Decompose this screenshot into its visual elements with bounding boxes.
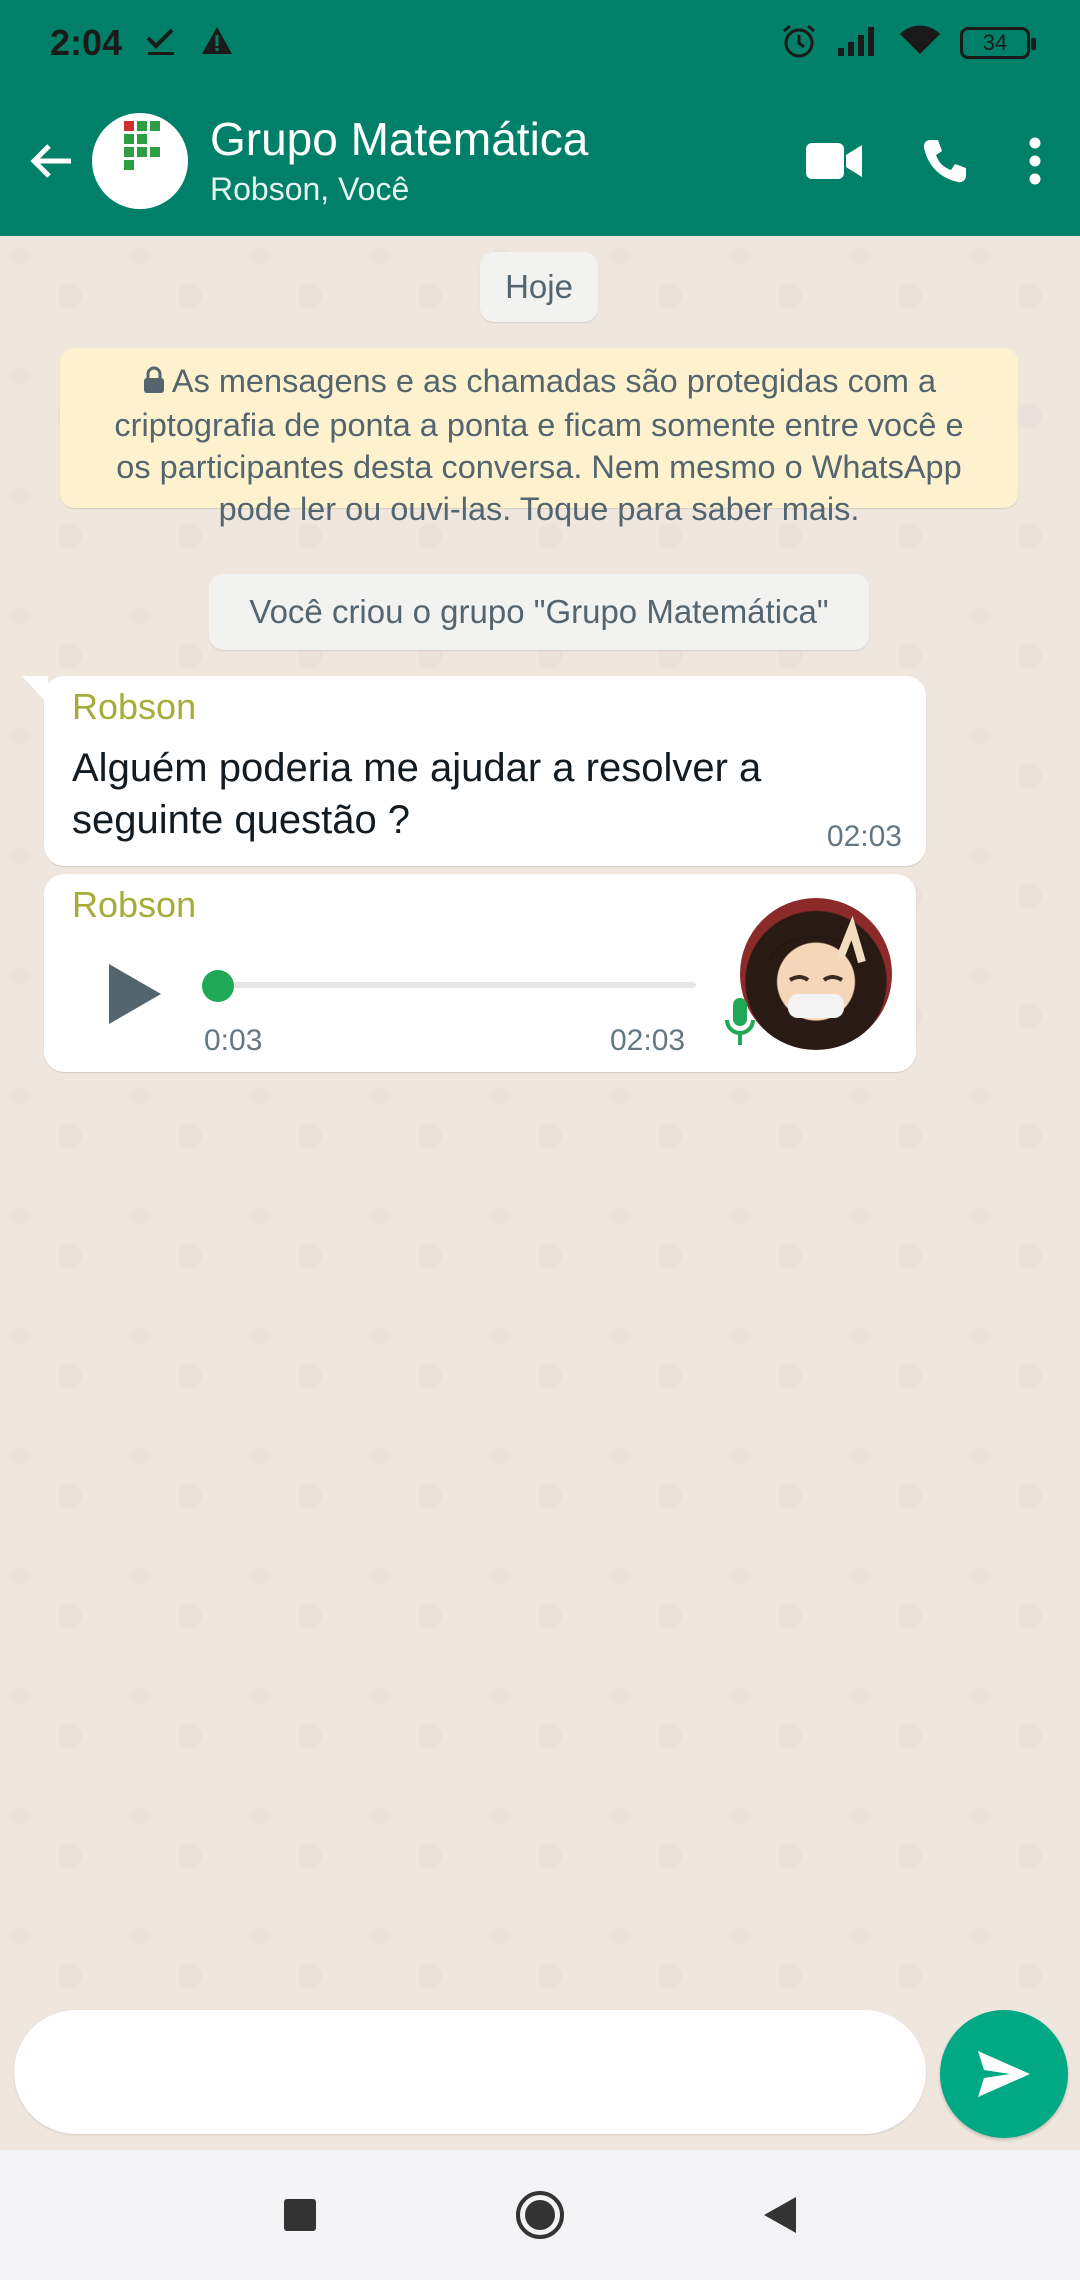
sender-avatar bbox=[740, 898, 892, 1050]
back-button[interactable] bbox=[12, 121, 92, 201]
more-options-button[interactable] bbox=[1000, 106, 1070, 216]
status-time: 2:04 bbox=[50, 22, 123, 63]
system-message: Você criou o grupo "Grupo Matemática" bbox=[209, 574, 869, 650]
play-icon bbox=[109, 964, 161, 1024]
play-button[interactable] bbox=[100, 954, 170, 1034]
voice-call-button[interactable] bbox=[890, 106, 1000, 216]
system-nav-bar bbox=[0, 2150, 1080, 2280]
bubble-tail bbox=[22, 676, 48, 704]
warning-icon bbox=[200, 24, 234, 63]
signal-icon bbox=[836, 24, 880, 63]
wifi-icon bbox=[898, 24, 942, 63]
more-vert-icon bbox=[1029, 137, 1041, 185]
audio-progress-track[interactable] bbox=[216, 982, 696, 988]
audio-duration: 0:03 bbox=[204, 1024, 263, 1057]
square-icon bbox=[284, 2199, 316, 2231]
chat-header: Grupo Matemática Robson, Você bbox=[0, 86, 1080, 236]
recent-apps-button[interactable] bbox=[260, 2175, 340, 2255]
group-avatar[interactable] bbox=[92, 113, 188, 209]
audio-message-time: 02:03 bbox=[610, 1024, 686, 1057]
message-time: 02:03 bbox=[826, 820, 902, 853]
encryption-notice[interactable]: As mensagens e as chamadas são protegida… bbox=[60, 348, 1018, 527]
alarm-icon bbox=[780, 22, 818, 65]
message-sender: Robson bbox=[72, 686, 197, 727]
message-text-line1: Alguém poderia me ajudar a resolver a bbox=[72, 746, 762, 790]
battery-indicator: 34 bbox=[960, 27, 1036, 59]
phone-icon bbox=[923, 140, 966, 183]
lock-icon bbox=[142, 362, 166, 404]
audio-progress-knob[interactable] bbox=[202, 970, 234, 1002]
send-button[interactable] bbox=[940, 2010, 1068, 2138]
send-icon bbox=[978, 2051, 1030, 2097]
audio-message-bubble[interactable]: Robson 0:03 02:03 bbox=[44, 874, 916, 1072]
video-call-icon bbox=[806, 143, 862, 179]
chat-participants[interactable]: Robson, Você bbox=[210, 167, 588, 211]
mic-icon bbox=[724, 996, 756, 1055]
encryption-text: As mensagens e as chamadas são protegida… bbox=[114, 363, 964, 527]
audio-message-sender: Robson bbox=[72, 884, 197, 925]
back-arrow-icon bbox=[30, 144, 71, 178]
chat-area[interactable]: Hoje As mensagens e as chamadas são prot… bbox=[0, 236, 1080, 2000]
triangle-back-icon bbox=[764, 2197, 796, 2233]
video-call-button[interactable] bbox=[780, 106, 890, 216]
date-chip: Hoje bbox=[480, 252, 598, 322]
circle-icon bbox=[516, 2191, 564, 2239]
download-check-icon bbox=[144, 24, 178, 63]
message-text-line2: seguinte questão ? bbox=[72, 798, 411, 842]
message-input[interactable] bbox=[14, 2010, 926, 2134]
chat-title[interactable]: Grupo Matemática bbox=[210, 111, 588, 167]
back-nav-button[interactable] bbox=[740, 2175, 820, 2255]
home-button[interactable] bbox=[500, 2175, 580, 2255]
message-bubble[interactable]: Robson Alguém poderia me ajudar a resolv… bbox=[22, 676, 926, 866]
status-bar: 2:04 34 bbox=[0, 0, 1080, 86]
